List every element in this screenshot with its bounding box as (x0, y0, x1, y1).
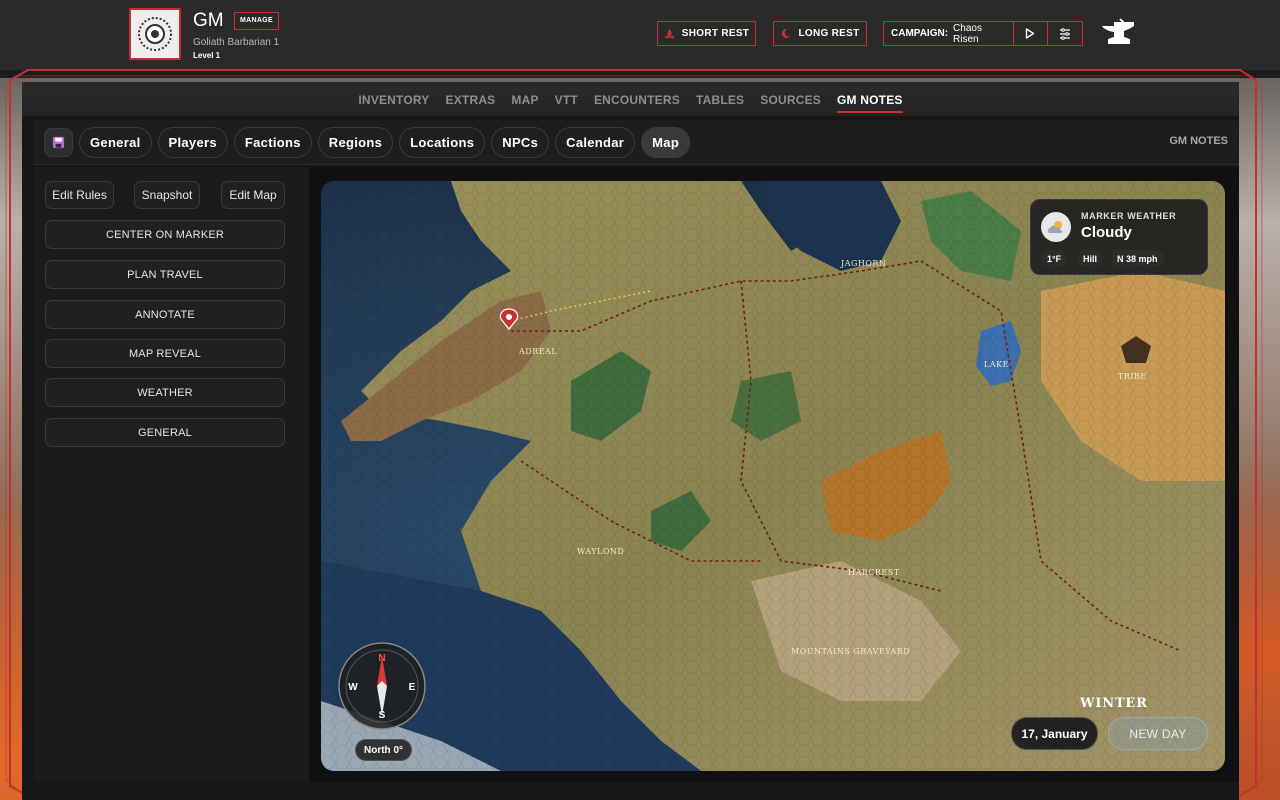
primary-nav: INVENTORY EXTRAS MAP VTT ENCOUNTERS TABL… (22, 82, 1239, 116)
map-tools-sidebar: Edit Rules Snapshot Edit Map CENTER ON M… (34, 167, 319, 782)
compass-east-label: E (409, 682, 416, 693)
map-label-harcrest: HARCREST (848, 568, 900, 577)
subtab-calendar[interactable]: Calendar (555, 126, 636, 158)
world-map[interactable]: ADREAL JAGHORN WAYLOND HARCREST LAKE MOU… (321, 181, 1225, 771)
anvil-logo-icon[interactable] (1100, 17, 1136, 49)
snapshot-button[interactable]: Snapshot (134, 181, 200, 209)
terrain-chip: Hill (1077, 250, 1104, 267)
tab-encounters[interactable]: ENCOUNTERS (594, 91, 680, 107)
character-class: Goliath Barbarian 1 (193, 37, 280, 48)
campfire-icon (664, 28, 674, 39)
campaign-menu-button[interactable] (1047, 22, 1082, 45)
edit-map-button[interactable]: Edit Map (221, 181, 285, 209)
tab-map[interactable]: MAP (511, 91, 538, 107)
subtab-general[interactable]: General (79, 126, 152, 158)
map-label-tribe: TRIBE (1118, 372, 1147, 381)
map-label-waylond: WAYLOND (577, 547, 624, 556)
compass-west-label: W (348, 682, 358, 693)
compass-south-label: S (379, 710, 386, 721)
manage-button[interactable]: MANAGE (234, 12, 279, 30)
long-rest-button[interactable]: LONG REST (773, 21, 867, 46)
marker-weather-card: MARKER WEATHER Cloudy 1°F Hill N 38 mph (1030, 199, 1208, 275)
subtab-factions[interactable]: Factions (233, 126, 312, 158)
short-rest-label: SHORT REST (681, 28, 750, 39)
save-button[interactable] (44, 127, 73, 157)
subtab-npcs[interactable]: NPCs (491, 126, 550, 158)
temperature-chip: 1°F (1041, 250, 1068, 267)
campaign-selector[interactable]: CAMPAIGN: Chaos Risen (883, 21, 1083, 46)
annotate-button[interactable]: ANNOTATE (45, 300, 285, 329)
section-title: GM NOTES (1169, 135, 1228, 147)
long-rest-label: LONG REST (798, 28, 860, 39)
campaign-label: CAMPAIGN: (891, 28, 949, 39)
heading-indicator: North 0° (355, 739, 412, 761)
weather-title: MARKER WEATHER (1081, 211, 1177, 221)
main-panel: INVENTORY EXTRAS MAP VTT ENCOUNTERS TABL… (22, 82, 1239, 800)
tab-tables[interactable]: TABLES (696, 91, 744, 107)
calendar-date: 17, January (1011, 717, 1098, 750)
map-label-lake: LAKE (984, 360, 1009, 369)
compass-rose[interactable]: N S E W (337, 641, 427, 731)
list-settings-icon (1060, 27, 1071, 40)
tab-gm-notes[interactable]: GM NOTES (837, 91, 903, 113)
subtab-map[interactable]: Map (641, 126, 691, 158)
moon-icon (782, 28, 791, 39)
weather-condition: Cloudy (1081, 224, 1132, 241)
new-day-button[interactable]: NEW DAY (1108, 717, 1208, 750)
floppy-disk-icon (52, 136, 65, 148)
tab-sources[interactable]: SOURCES (760, 91, 821, 107)
map-label-jaghorn: JAGHORN (840, 259, 886, 268)
season-label: WINTER (1080, 696, 1148, 711)
map-viewport: ADREAL JAGHORN WAYLOND HARCREST LAKE MOU… (309, 167, 1239, 782)
subtab-players[interactable]: Players (157, 126, 228, 158)
map-label-mountains-graveyard: MOUNTAINS GRAVEYARD (791, 647, 910, 656)
plan-travel-button[interactable]: PLAN TRAVEL (45, 260, 285, 289)
short-rest-button[interactable]: SHORT REST (657, 21, 756, 46)
map-label-adreal: ADREAL (518, 347, 557, 356)
campaign-name: Chaos Risen (953, 22, 982, 45)
play-campaign-button[interactable] (1012, 22, 1048, 45)
tab-vtt[interactable]: VTT (555, 91, 578, 107)
sun-emblem-icon (138, 17, 172, 51)
play-icon (1026, 28, 1035, 39)
wind-chip: N 38 mph (1111, 250, 1164, 267)
map-reveal-button[interactable]: MAP REVEAL (45, 339, 285, 368)
character-name: GM (193, 10, 224, 31)
tab-inventory[interactable]: INVENTORY (358, 91, 429, 107)
subtab-regions[interactable]: Regions (317, 126, 394, 158)
edit-rules-button[interactable]: Edit Rules (45, 181, 114, 209)
avatar[interactable] (129, 8, 181, 60)
subtab-locations[interactable]: Locations (399, 126, 486, 158)
center-on-marker-button[interactable]: CENTER ON MARKER (45, 220, 285, 249)
gm-notes-subnav: General Players Factions Regions Locatio… (34, 120, 1239, 165)
top-header: GM MANAGE Goliath Barbarian 1 Level 1 SH… (0, 0, 1280, 70)
tab-extras[interactable]: EXTRAS (446, 91, 496, 107)
compass-north-label: N (378, 653, 385, 664)
cloudy-weather-icon (1041, 212, 1071, 242)
general-button[interactable]: GENERAL (45, 418, 285, 447)
weather-button[interactable]: WEATHER (45, 378, 285, 407)
character-level: Level 1 (193, 51, 221, 60)
